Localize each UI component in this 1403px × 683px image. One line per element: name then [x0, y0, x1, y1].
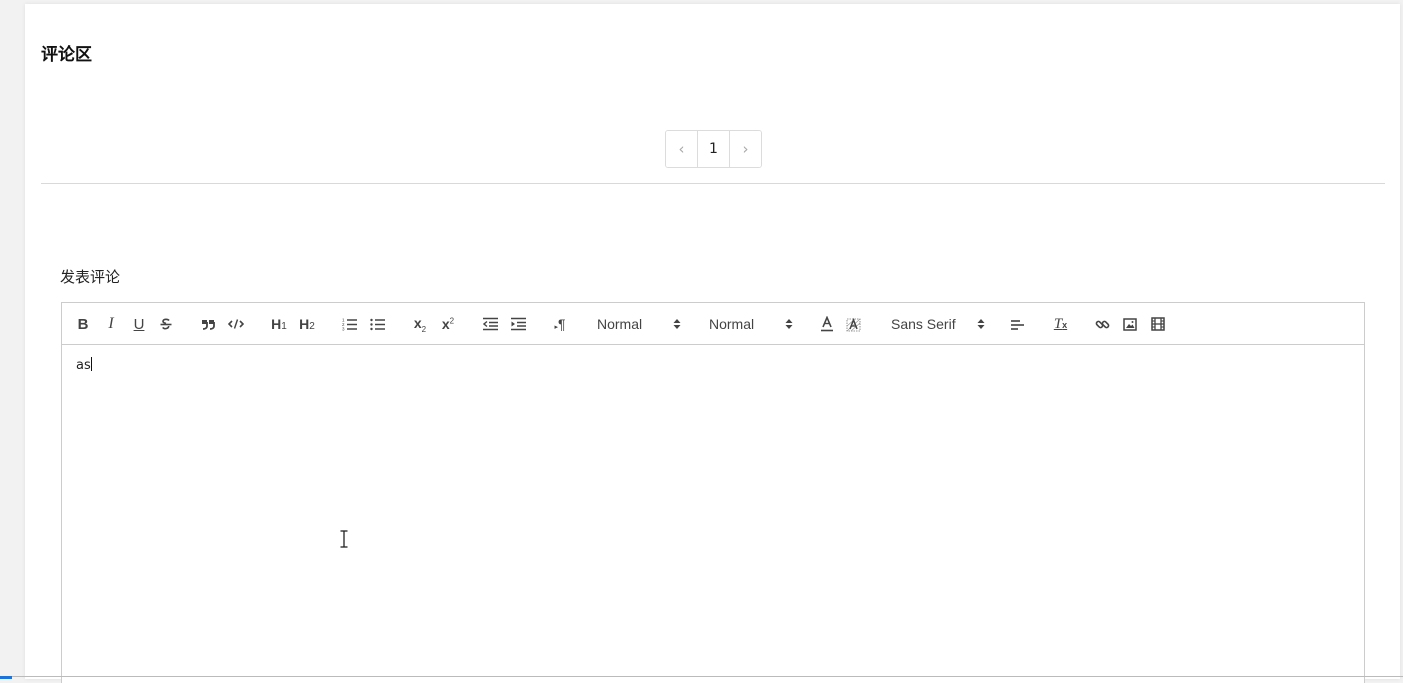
prev-page-button[interactable]: ‹: [666, 131, 697, 167]
italic-icon: I: [108, 315, 114, 332]
video-button[interactable]: [1150, 313, 1166, 335]
svg-text:3: 3: [342, 327, 345, 332]
page-1-button[interactable]: 1: [697, 131, 729, 167]
direction-icon: ▸¶: [554, 316, 566, 332]
align-left-icon: [1011, 320, 1024, 330]
background-color-button[interactable]: [845, 313, 861, 335]
superscript-button[interactable]: x2: [439, 313, 457, 335]
chevron-updown-icon: [673, 318, 681, 330]
ordered-list-button[interactable]: 1 2 3: [341, 313, 357, 335]
editor-toolbar: B I U H1 H2 1 2 3 x2 x2 ▸¶ Normal Normal…: [62, 303, 1364, 345]
image-button[interactable]: [1122, 313, 1138, 335]
italic-button[interactable]: I: [104, 313, 118, 335]
ordered-list-icon: 1 2 3: [342, 318, 357, 332]
code-icon: [228, 319, 244, 329]
blockquote-icon: [202, 320, 215, 330]
bullet-list-icon: [369, 318, 385, 331]
strike-button[interactable]: [158, 313, 174, 335]
size-picker[interactable]: Normal: [597, 313, 681, 335]
size-picker-label: Normal: [597, 316, 643, 332]
indent-icon: [510, 317, 526, 331]
underline-icon: U: [133, 315, 145, 333]
video-icon: [1151, 317, 1165, 331]
subscript-icon: x2: [413, 314, 427, 334]
section-title: 评论区: [41, 45, 92, 65]
next-page-button[interactable]: ›: [729, 131, 761, 167]
link-button[interactable]: [1094, 313, 1110, 335]
window-bottom-edge: [0, 676, 1403, 677]
align-button[interactable]: [1010, 313, 1026, 335]
chevron-updown-icon: [785, 318, 793, 330]
font-color-button[interactable]: [819, 313, 835, 335]
post-comment-label: 发表评论: [60, 268, 121, 286]
header-picker-label: Normal: [709, 316, 755, 332]
comment-panel: 评论区 ‹ 1 › 发表评论 B I U H1 H2 1 2 3 x2 x2 ▸…: [25, 4, 1400, 683]
indent-button[interactable]: [510, 313, 526, 335]
strikethrough-icon: [160, 318, 172, 330]
editor-content[interactable]: as: [76, 357, 92, 373]
header-picker[interactable]: Normal: [709, 313, 793, 335]
editor-text: as: [76, 358, 91, 373]
link-icon: [1095, 320, 1109, 328]
highlight-icon: [846, 317, 860, 331]
text-caret: [90, 357, 92, 371]
h1-icon: H1: [271, 316, 287, 332]
code-block-button[interactable]: [228, 313, 244, 335]
underline-button[interactable]: U: [131, 313, 147, 335]
image-icon: [1123, 317, 1137, 331]
chevron-updown-icon: [977, 318, 985, 330]
outdent-button[interactable]: [482, 313, 498, 335]
font-picker-label: Sans Serif: [891, 316, 956, 332]
header-1-button[interactable]: H1: [269, 313, 289, 335]
subscript-button[interactable]: x2: [411, 313, 429, 335]
blockquote-button[interactable]: [200, 313, 216, 335]
clear-format-button[interactable]: Tx: [1052, 313, 1069, 335]
bullet-list-button[interactable]: [369, 313, 385, 335]
superscript-icon: x2: [441, 316, 455, 332]
rich-text-editor: B I U H1 H2 1 2 3 x2 x2 ▸¶ Normal Normal…: [61, 302, 1365, 683]
divider: [41, 183, 1385, 184]
text-cursor-icon: [340, 530, 348, 548]
font-color-icon: [821, 316, 833, 332]
font-picker[interactable]: Sans Serif: [891, 313, 985, 335]
pagination: ‹ 1 ›: [665, 130, 762, 168]
text-direction-button[interactable]: ▸¶: [551, 313, 569, 335]
clear-format-icon: Tx: [1053, 315, 1068, 332]
bold-icon: B: [77, 315, 89, 333]
h2-icon: H2: [299, 316, 315, 332]
bold-button[interactable]: B: [76, 313, 90, 335]
header-2-button[interactable]: H2: [297, 313, 317, 335]
outdent-icon: [482, 317, 498, 331]
